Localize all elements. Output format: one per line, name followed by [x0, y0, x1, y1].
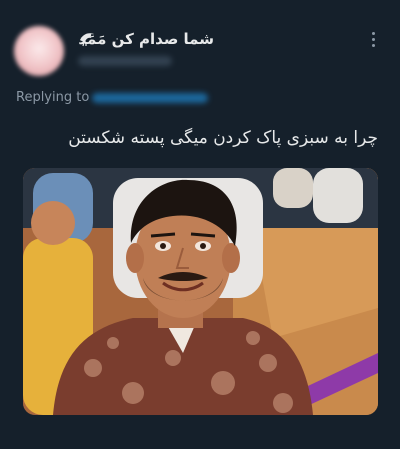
replying-to-label: Replying to: [16, 90, 90, 105]
eagle-icon: [80, 33, 94, 47]
username-handle-redacted: [78, 56, 172, 66]
tweet-text: چرا به سبزی پاک کردن میگی پسته شکستن: [68, 128, 378, 148]
reply-to-handle-redacted[interactable]: [92, 93, 208, 103]
tweet-photo[interactable]: [23, 168, 378, 415]
display-name[interactable]: شما صدام کن مَمَد: [78, 30, 214, 48]
more-options-icon[interactable]: [366, 32, 380, 52]
avatar[interactable]: [14, 26, 64, 76]
